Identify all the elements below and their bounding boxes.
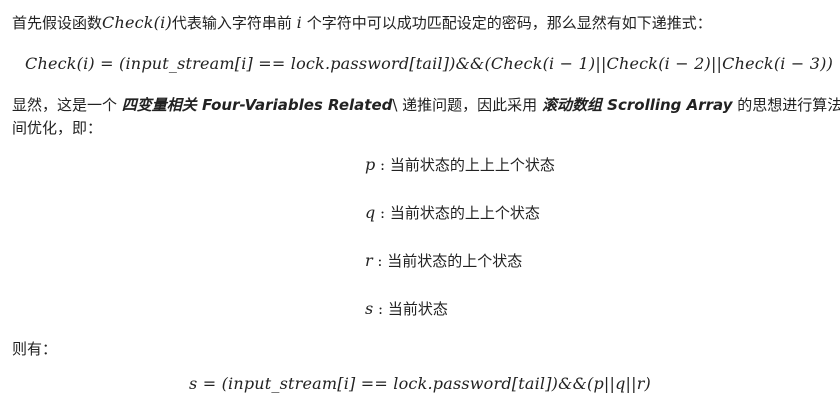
recurrence-formula-1: Check(i) = (input_stream[i] == lock.pass… — [25, 54, 834, 73]
definition-var: q — [365, 203, 376, 222]
definition-var: p — [365, 155, 376, 174]
definition-var: s — [365, 299, 374, 318]
definition-desc: 当前状态 — [387, 300, 448, 318]
term-four-variables: 四变量相关 Four-Variables Related — [121, 96, 393, 114]
para2-post: 的思想进行算法空 — [737, 96, 840, 114]
paragraph-scrolling-array: 显然，这是一个 四变量相关 Four-Variables Related\ 递推… — [12, 94, 840, 116]
definition-sep: : — [372, 252, 388, 270]
definition-var: r — [365, 251, 373, 270]
definition-sep: : — [375, 204, 390, 222]
intro-paragraph: 首先假设函数Check(i)代表输入字符串前 i 个字符中可以成功匹配设定的密码… — [12, 12, 840, 34]
definition-desc: 当前状态的上个状态 — [387, 252, 523, 270]
paragraph-scrolling-array-line2: 间优化，即： — [12, 119, 103, 137]
para2-mid: \ 递推问题，因此采用 — [392, 96, 542, 114]
definition-q: q : 当前状态的上上个状态 — [365, 202, 540, 223]
intro-text-post: 个字符中可以成功匹配设定的密码，那么显然有如下递推式： — [302, 14, 712, 32]
definition-p: p : 当前状态的上上上个状态 — [365, 154, 555, 175]
para2-pre: 显然，这是一个 — [12, 96, 122, 114]
then-label: 则有： — [12, 340, 58, 358]
intro-text-mid: 代表输入字符串前 — [171, 14, 297, 32]
intro-text-pre: 首先假设函数 — [12, 14, 103, 32]
definition-desc: 当前状态的上上上个状态 — [389, 156, 555, 174]
definition-s: s : 当前状态 — [365, 298, 448, 319]
check-function: Check(i) — [102, 13, 172, 32]
definition-sep: : — [375, 156, 390, 174]
definition-sep: : — [373, 300, 388, 318]
recurrence-formula-2: s = (input_stream[i] == lock.password[ta… — [189, 374, 651, 393]
term-scrolling-array: 滚动数组 Scrolling Array — [541, 96, 733, 114]
definition-r: r : 当前状态的上个状态 — [365, 250, 522, 271]
definition-desc: 当前状态的上上个状态 — [389, 204, 540, 222]
